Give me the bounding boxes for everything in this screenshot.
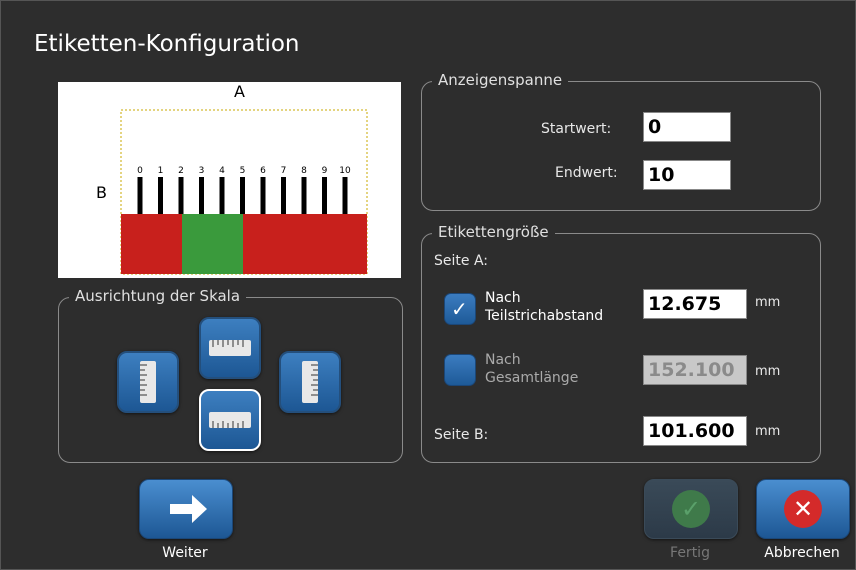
preview-tick-label: 6 xyxy=(260,166,266,176)
preview-tick xyxy=(260,177,266,214)
side-b-unit: mm xyxy=(755,424,781,439)
ruler-top-icon xyxy=(209,340,251,356)
preview-tick xyxy=(240,177,245,214)
by-total-label-line2: Gesamtlänge xyxy=(485,370,579,386)
preview-tick xyxy=(322,177,327,214)
preview-tick xyxy=(281,177,286,214)
alignment-group: Ausrichtung der Skala xyxy=(58,287,403,463)
start-value-label: Startwert: xyxy=(541,121,612,137)
done-button: ✓ xyxy=(644,479,738,539)
next-button[interactable] xyxy=(139,479,233,539)
label-size-group: Etikettengröße Seite A: ✓ Nach Teilstric… xyxy=(421,223,821,463)
preview-tick xyxy=(199,177,204,214)
tick-spacing-input[interactable]: 12.675 xyxy=(643,289,747,319)
red-band-right xyxy=(243,214,367,274)
ruler-bottom-icon xyxy=(209,412,251,428)
total-length-unit: mm xyxy=(755,364,781,379)
side-b-input[interactable]: 101.600 xyxy=(643,416,747,446)
span-legend: Anzeigenspanne xyxy=(432,71,569,89)
side-b-label: Seite B: xyxy=(434,427,489,443)
label-preview: A B 0 1 2 3 4 5 6 7 8 9 10 xyxy=(58,82,401,278)
check-circle-icon: ✓ xyxy=(672,490,710,528)
align-top-button[interactable] xyxy=(199,317,261,379)
total-length-input: 152.100 xyxy=(643,355,747,385)
preview-tick xyxy=(178,177,184,214)
align-right-button[interactable] xyxy=(279,351,341,413)
cancel-label: Abbrechen xyxy=(764,545,840,561)
preview-tick xyxy=(219,177,225,214)
preview-tick-label: 5 xyxy=(240,166,246,176)
dialog-title: Etiketten-Konfiguration xyxy=(34,31,300,57)
ruler-left-icon xyxy=(140,361,156,403)
preview-tick xyxy=(342,177,348,214)
green-band xyxy=(182,214,243,274)
preview-tick xyxy=(158,177,163,214)
span-group: Anzeigenspanne Startwert: 0 Endwert: 10 xyxy=(421,71,821,211)
align-left-button[interactable] xyxy=(117,351,179,413)
preview-tick-label: 4 xyxy=(219,166,225,176)
preview-tick-label: 7 xyxy=(281,166,287,176)
end-value-label: Endwert: xyxy=(555,165,618,181)
by-total-label: Nach Gesamtlänge xyxy=(485,351,578,387)
align-bottom-button[interactable] xyxy=(199,389,261,451)
close-circle-icon: ✕ xyxy=(784,490,822,528)
by-tick-label: Nach Teilstrichabstand xyxy=(485,289,603,325)
red-band-left xyxy=(121,214,182,274)
preview-tick xyxy=(137,177,143,214)
preview-tick-label: 10 xyxy=(339,166,351,176)
next-label: Weiter xyxy=(162,545,208,561)
checkmark-icon: ✓ xyxy=(451,297,468,321)
tick-spacing-unit: mm xyxy=(755,295,781,310)
start-value-input[interactable]: 0 xyxy=(643,112,731,142)
preview-tick-label: 8 xyxy=(301,166,307,176)
preview-tick-label: 0 xyxy=(137,166,143,176)
done-label: Fertig xyxy=(670,545,710,561)
dialog-window: Etiketten-Konfiguration A B 0 1 2 3 4 5 6 7 8 9 10… xyxy=(0,0,856,570)
end-value-input[interactable]: 10 xyxy=(643,160,731,190)
preview-tick-label: 9 xyxy=(322,166,328,176)
label-size-legend: Etikettengröße xyxy=(432,223,555,241)
by-tick-checkbox[interactable]: ✓ xyxy=(444,293,476,325)
by-total-label-line1: Nach xyxy=(485,352,521,368)
preview-tick-label: 2 xyxy=(178,166,184,176)
alignment-legend: Ausrichtung der Skala xyxy=(69,287,247,305)
arrow-right-icon xyxy=(170,495,207,523)
cancel-button[interactable]: ✕ xyxy=(756,479,850,539)
ruler-right-icon xyxy=(302,361,318,403)
preview-tick-label: 3 xyxy=(199,166,205,176)
by-total-checkbox[interactable] xyxy=(444,354,476,386)
side-a-label: Seite A: xyxy=(434,253,488,269)
preview-tick xyxy=(301,177,307,214)
by-tick-label-line2: Teilstrichabstand xyxy=(485,308,604,324)
preview-tick-label: 1 xyxy=(158,166,164,176)
preview-ruler-graphic: 0 1 2 3 4 5 6 7 8 9 10 xyxy=(120,109,368,275)
by-tick-label-line1: Nach xyxy=(485,290,521,306)
